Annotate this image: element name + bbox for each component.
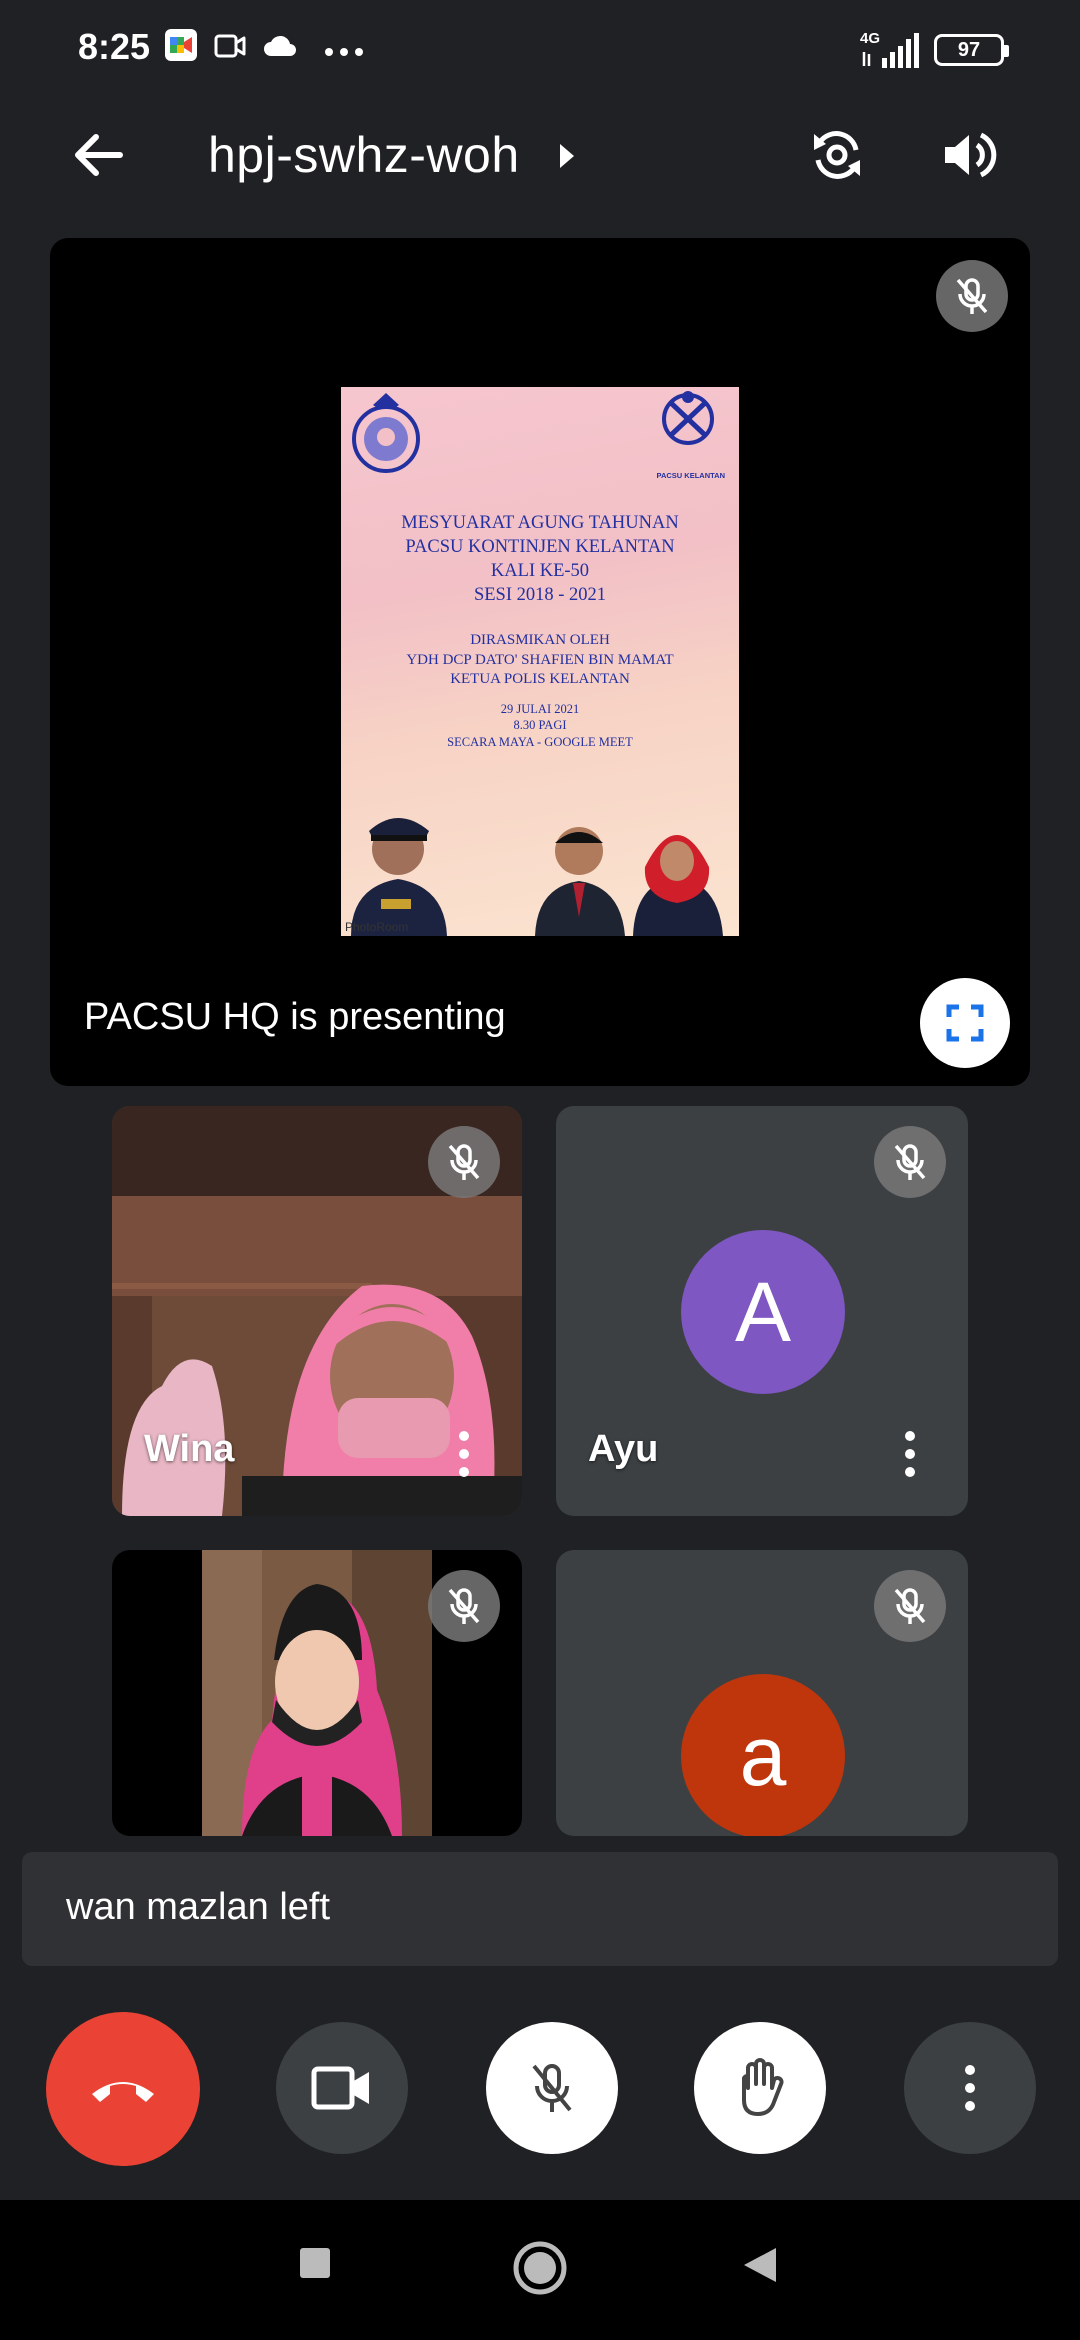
more-vert-icon bbox=[459, 1431, 469, 1477]
slide-time-line: SECARA MAYA - GOOGLE MEET bbox=[447, 734, 633, 749]
meet-app-icon bbox=[164, 28, 198, 67]
nav-triangle-icon bbox=[744, 2248, 776, 2282]
nav-circle-icon bbox=[513, 2241, 567, 2295]
signal-icon: 4G bbox=[860, 30, 922, 70]
slide-title-line: PACSU KONTINJEN KELANTAN bbox=[405, 537, 675, 558]
mic-off-icon bbox=[956, 278, 988, 314]
volume-icon bbox=[945, 132, 997, 178]
fullscreen-button[interactable] bbox=[920, 978, 1010, 1068]
avatar: a bbox=[681, 1674, 845, 1836]
slide-time-line: 8.30 PAGI bbox=[513, 718, 567, 733]
slide-sub-line: YDH DCP DATO' SHAFIEN BIN MAMAT bbox=[406, 651, 674, 668]
more-options-button[interactable] bbox=[904, 2022, 1036, 2154]
participant-name: Ayu bbox=[588, 1428, 659, 1470]
presentation-slide: PACSU KELANTAN MESYUARAT AGUNG TAHUNAN P… bbox=[341, 387, 739, 936]
more-vert-icon bbox=[965, 2065, 975, 2111]
slide-watermark: PhotoRoom bbox=[345, 920, 409, 934]
hand-icon bbox=[742, 2058, 784, 2116]
avatar: A bbox=[681, 1230, 845, 1394]
police-crest-logo bbox=[352, 393, 420, 473]
slide-portrait-officer bbox=[351, 818, 447, 936]
participant-tile-avatar[interactable]: a bbox=[556, 1550, 968, 1836]
presenter-label: PACSU HQ is presenting bbox=[84, 996, 506, 1038]
slide-sub-line: KETUA POLIS KELANTAN bbox=[450, 671, 630, 687]
home-button[interactable] bbox=[512, 2240, 568, 2301]
mute-badge bbox=[874, 1126, 946, 1198]
videocam-icon bbox=[311, 2066, 369, 2110]
nav-square-icon bbox=[300, 2248, 330, 2278]
participant-tile-ayu[interactable]: A Ayu bbox=[556, 1106, 968, 1516]
participant-name: Wina bbox=[144, 1428, 235, 1470]
system-nav-bar bbox=[0, 2200, 1080, 2340]
slide-title-line: MESYUARAT AGUNG TAHUNAN bbox=[401, 513, 679, 533]
mute-badge bbox=[428, 1126, 500, 1198]
battery-level: 97 bbox=[957, 38, 981, 61]
fullscreen-icon bbox=[946, 1004, 984, 1042]
cloud-icon bbox=[262, 34, 298, 63]
mic-off-icon bbox=[448, 1588, 480, 1624]
mute-badge bbox=[874, 1570, 946, 1642]
toast-message: wan mazlan left bbox=[66, 1886, 331, 1928]
back-arrow-icon bbox=[75, 134, 123, 176]
slide-title: MESYUARAT AGUNG TAHUNAN PACSU KONTINJEN … bbox=[341, 511, 739, 607]
logo-caption: PACSU KELANTAN bbox=[656, 471, 725, 480]
mute-badge bbox=[428, 1570, 500, 1642]
meeting-code[interactable]: hpj-swhz-woh bbox=[208, 126, 520, 184]
status-time: 8:25 bbox=[78, 26, 151, 67]
call-end-icon bbox=[92, 2082, 154, 2102]
avatar-initial: A bbox=[734, 1264, 792, 1359]
video-notification-icon bbox=[214, 32, 246, 65]
mic-off-icon bbox=[894, 1144, 926, 1180]
notification-toast: wan mazlan left bbox=[22, 1852, 1058, 1966]
switch-camera-button[interactable] bbox=[800, 118, 874, 192]
back-nav-button[interactable] bbox=[742, 2246, 778, 2289]
slide-title-line: SESI 2018 - 2021 bbox=[473, 585, 607, 606]
participant-tile-video[interactable] bbox=[112, 1550, 522, 1836]
participant-menu-button[interactable] bbox=[890, 1424, 930, 1484]
presentation-mute-badge bbox=[936, 260, 1008, 332]
raise-hand-button[interactable] bbox=[694, 2022, 826, 2154]
microphone-toggle-button[interactable] bbox=[486, 2022, 618, 2154]
slide-sub-line: DIRASMIKAN OLEH bbox=[470, 632, 610, 648]
slide-officiated-by: DIRASMIKAN OLEH YDH DCP DATO' SHAFIEN BI… bbox=[341, 631, 739, 690]
end-call-button[interactable] bbox=[46, 2012, 200, 2166]
presentation-tile[interactable]: PACSU KELANTAN MESYUARAT AGUNG TAHUNAN P… bbox=[50, 238, 1030, 1086]
participant-video bbox=[202, 1550, 432, 1836]
slide-portrait-man bbox=[535, 827, 625, 936]
slide-datetime: 29 JULAI 2021 8.30 PAGI SECARA MAYA - GO… bbox=[341, 701, 739, 750]
avatar-initial: a bbox=[739, 1708, 787, 1803]
mic-off-icon bbox=[894, 1588, 926, 1624]
participant-tile-wina[interactable]: Wina bbox=[112, 1106, 522, 1516]
recents-button[interactable] bbox=[298, 2246, 332, 2285]
slide-portrait-woman bbox=[633, 835, 723, 936]
meeting-top-bar: hpj-swhz-woh bbox=[0, 96, 1080, 214]
audio-output-button[interactable] bbox=[932, 118, 1006, 192]
more-notifications-icon bbox=[324, 44, 364, 62]
mic-off-icon bbox=[448, 1144, 480, 1180]
pacsu-crest-logo bbox=[662, 391, 714, 445]
camera-toggle-button[interactable] bbox=[276, 2022, 408, 2154]
participant-menu-button[interactable] bbox=[444, 1424, 484, 1484]
more-vert-icon bbox=[905, 1431, 915, 1477]
mic-off-icon bbox=[532, 2064, 572, 2112]
status-bar: 8:25 4G 97 bbox=[0, 0, 1080, 96]
camera-switch-icon bbox=[814, 131, 860, 179]
call-controls bbox=[0, 1990, 1080, 2190]
battery-indicator: 97 bbox=[934, 34, 1009, 66]
slide-title-line: KALI KE-50 bbox=[490, 561, 590, 582]
play-arrow-icon[interactable] bbox=[556, 142, 576, 175]
slide-time-line: 29 JULAI 2021 bbox=[500, 702, 580, 716]
back-button[interactable] bbox=[60, 122, 136, 188]
